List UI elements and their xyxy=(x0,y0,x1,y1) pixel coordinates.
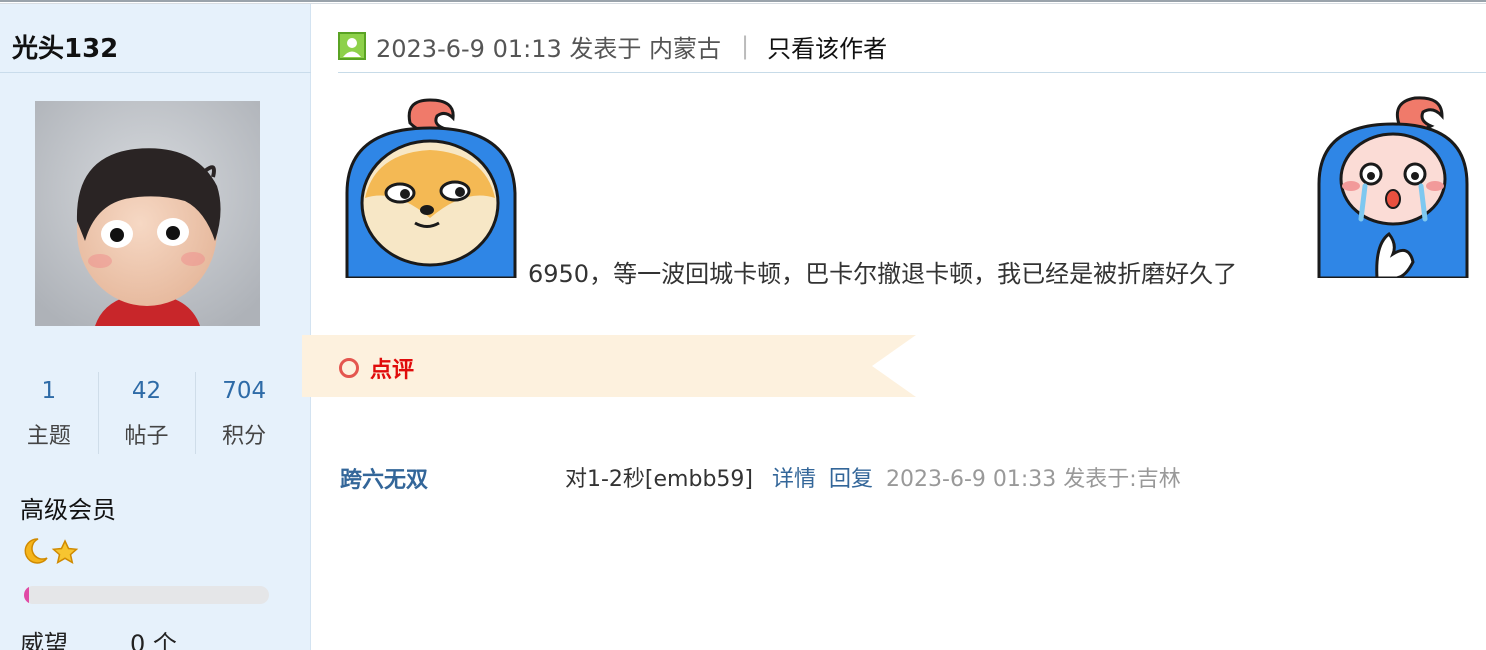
header-separator: | xyxy=(741,32,750,60)
stat-value[interactable]: 704 xyxy=(195,378,293,404)
divider xyxy=(0,72,311,73)
prestige-label: 威望 xyxy=(20,630,68,650)
comment-item: 对1-2秒[embb59] 详情 回复 2023-6-9 01:33 发表于:吉… xyxy=(565,461,1181,493)
level-progress-bar xyxy=(24,586,269,604)
post-timestamp: 2023-6-9 01:13 发表于 内蒙古 xyxy=(376,34,721,63)
stat-posts[interactable]: 42 帖子 xyxy=(97,370,196,456)
crying-sticker xyxy=(1317,94,1469,280)
comment-meta: 2023-6-9 01:33 发表于:吉林 xyxy=(886,467,1181,492)
moon-icon xyxy=(24,538,48,564)
user-level[interactable]: 高级会员 xyxy=(20,490,116,525)
comment-circle-icon xyxy=(339,358,359,378)
stat-label: 积分 xyxy=(222,424,267,449)
only-author-link[interactable]: 只看该作者 xyxy=(767,29,887,64)
divider xyxy=(338,72,1486,73)
comment-text: 对1-2秒[embb59] xyxy=(565,467,753,492)
stat-value[interactable]: 42 xyxy=(98,378,196,404)
post-header: 2023-6-9 01:13 发表于 内蒙古 | 只看该作者 xyxy=(338,26,887,66)
progress-fill xyxy=(24,586,29,604)
stat-label: 主题 xyxy=(26,424,71,449)
comment-section-title: 点评 xyxy=(370,358,415,383)
stat-points[interactable]: 704 积分 xyxy=(195,370,293,456)
level-icons xyxy=(20,536,84,566)
prestige-value: 0 个 xyxy=(130,630,177,650)
stat-value[interactable]: 1 xyxy=(0,378,98,404)
author-stats: 1 主题 42 帖子 704 积分 xyxy=(0,370,293,456)
author-sidebar: 光头132 1 主题 42 帖子 704 积分 高级会员 威望 0 个 xyxy=(0,4,311,650)
avatar[interactable] xyxy=(35,101,260,326)
author-name[interactable]: 光头132 xyxy=(12,28,118,65)
star-icon xyxy=(51,539,79,565)
stat-label: 帖子 xyxy=(124,424,169,449)
comment-detail-link[interactable]: 详情 xyxy=(772,467,816,492)
online-status-icon xyxy=(338,32,366,60)
comment-reply-link[interactable]: 回复 xyxy=(829,467,873,492)
post-content: 6950，等一波回城卡顿，巴卡尔撤退卡顿，我已经是被折磨好久了 xyxy=(528,260,1238,288)
shiba-sticker xyxy=(345,98,520,280)
stat-threads[interactable]: 1 主题 xyxy=(0,370,98,456)
comment-user-link[interactable]: 跨六无双 xyxy=(340,462,428,494)
